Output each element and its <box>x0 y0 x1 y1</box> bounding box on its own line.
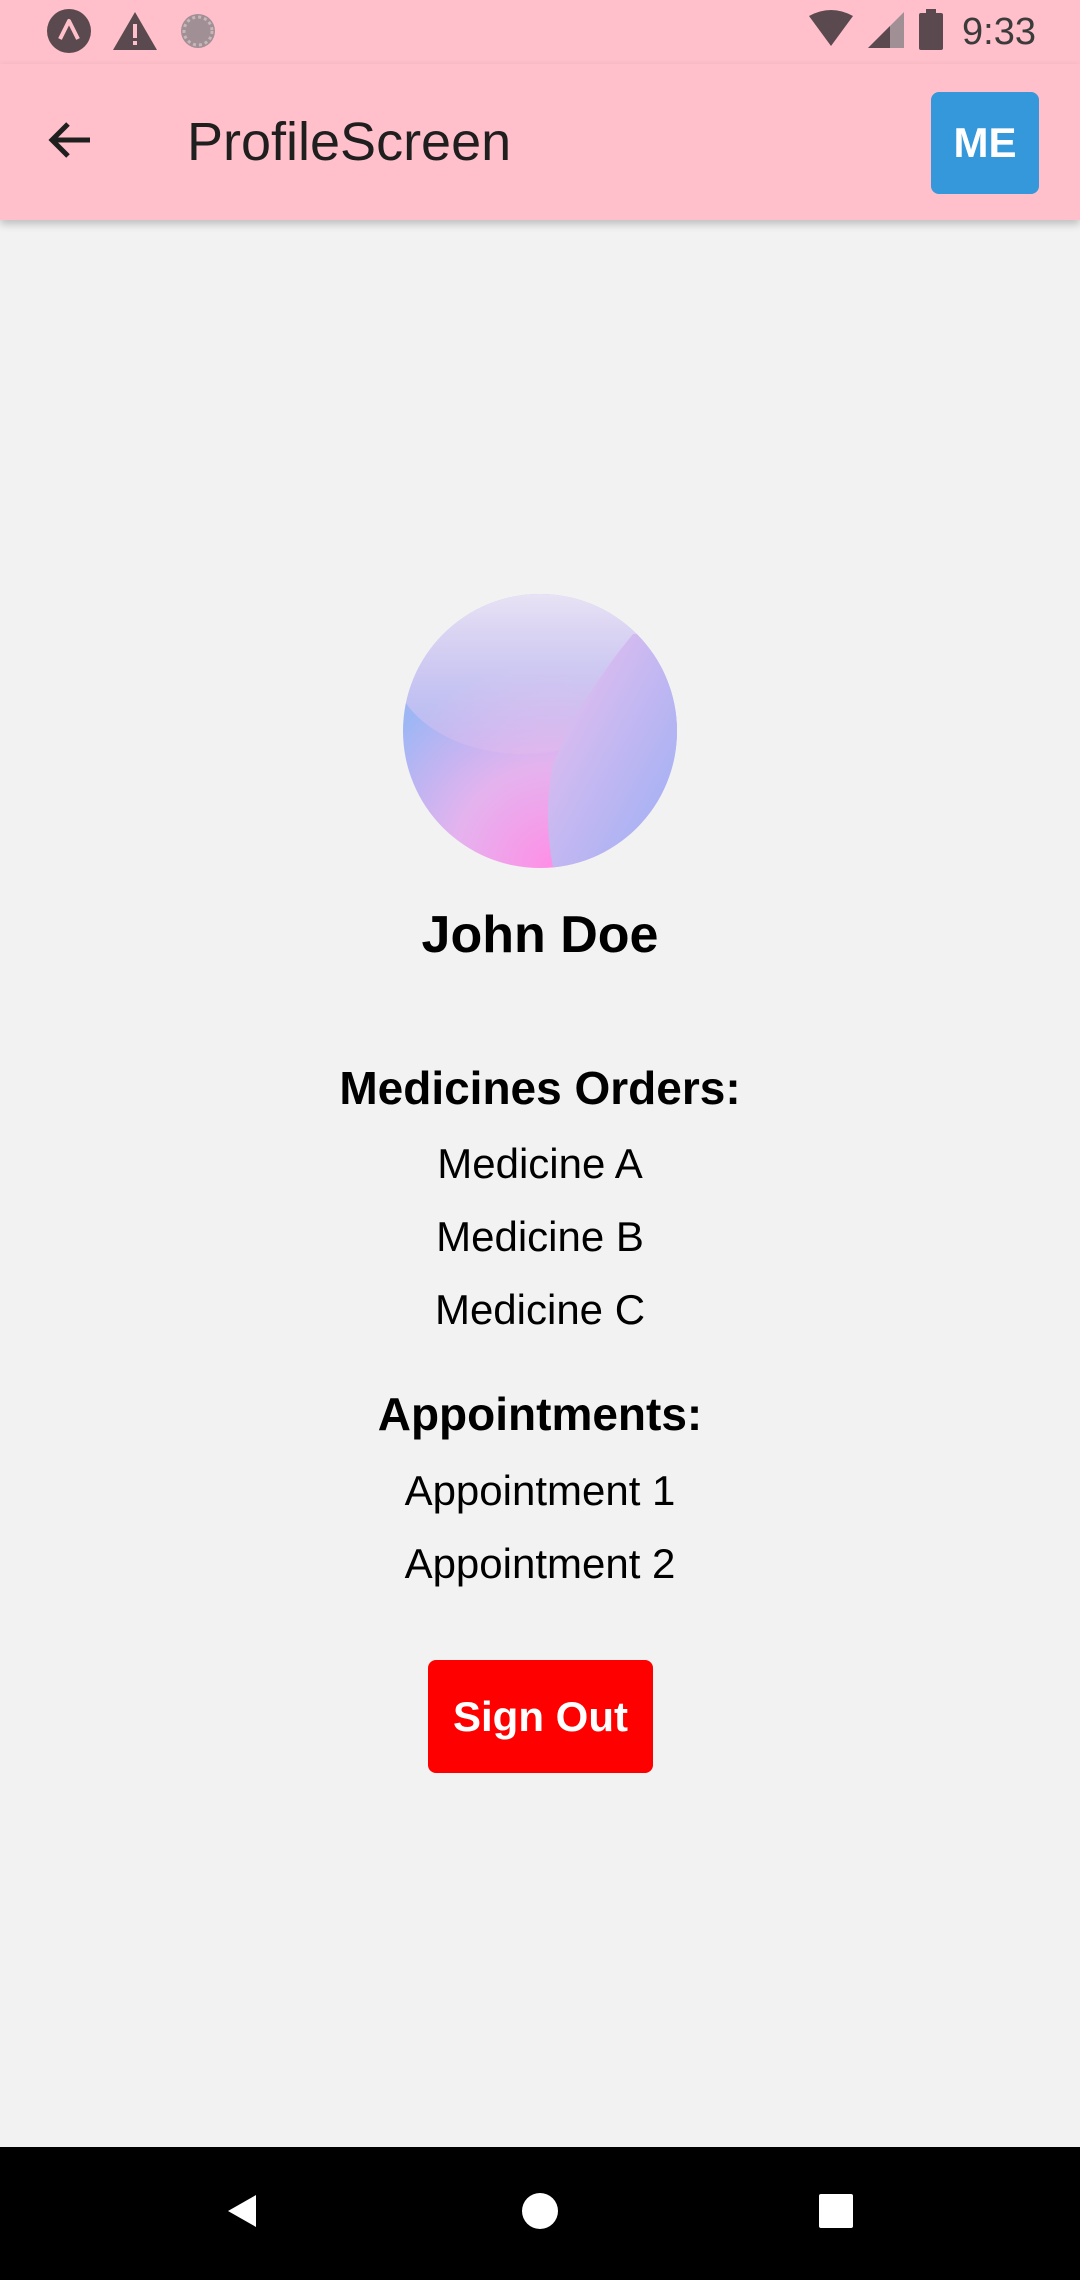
sign-out-button[interactable]: Sign Out <box>428 1660 653 1773</box>
app-notification-icon <box>46 8 92 59</box>
profile-screen: 9:33 ProfileScreen ME John Doe Medicines… <box>0 0 1080 2280</box>
loading-icon <box>178 11 218 56</box>
wifi-icon <box>808 9 854 55</box>
cell-signal-icon <box>866 10 906 55</box>
appointment-item: Appointment 2 <box>404 1540 676 1587</box>
nav-recents-icon <box>818 2193 854 2234</box>
status-bar: 9:33 <box>0 0 1080 64</box>
appointments-title: Appointments: <box>377 1388 703 1440</box>
nav-back-icon <box>222 2191 262 2236</box>
avatar[interactable] <box>403 594 677 868</box>
medicine-item: Medicine B <box>436 1213 644 1260</box>
profile-name: John Doe <box>421 906 659 964</box>
nav-home-button[interactable] <box>504 2177 576 2249</box>
navigation-bar <box>0 2147 1080 2280</box>
nav-home-icon <box>520 2191 560 2236</box>
back-button[interactable] <box>34 106 106 178</box>
arrow-back-icon <box>46 116 94 169</box>
status-time: 9:33 <box>962 10 1036 53</box>
page-title: ProfileScreen <box>187 112 512 172</box>
nav-recents-button[interactable] <box>800 2177 872 2249</box>
appointment-item: Appointment 1 <box>404 1467 676 1514</box>
medicine-item: Medicine A <box>437 1140 643 1187</box>
medicine-item: Medicine C <box>434 1286 646 1333</box>
warning-icon <box>112 10 158 57</box>
me-button[interactable]: ME <box>931 92 1039 194</box>
battery-icon <box>918 8 944 56</box>
nav-back-button[interactable] <box>206 2177 278 2249</box>
app-bar: ProfileScreen ME <box>0 64 1080 220</box>
status-bar-left <box>46 8 238 59</box>
medicines-title: Medicines Orders: <box>339 1062 741 1114</box>
status-bar-right: 9:33 <box>796 8 1036 56</box>
